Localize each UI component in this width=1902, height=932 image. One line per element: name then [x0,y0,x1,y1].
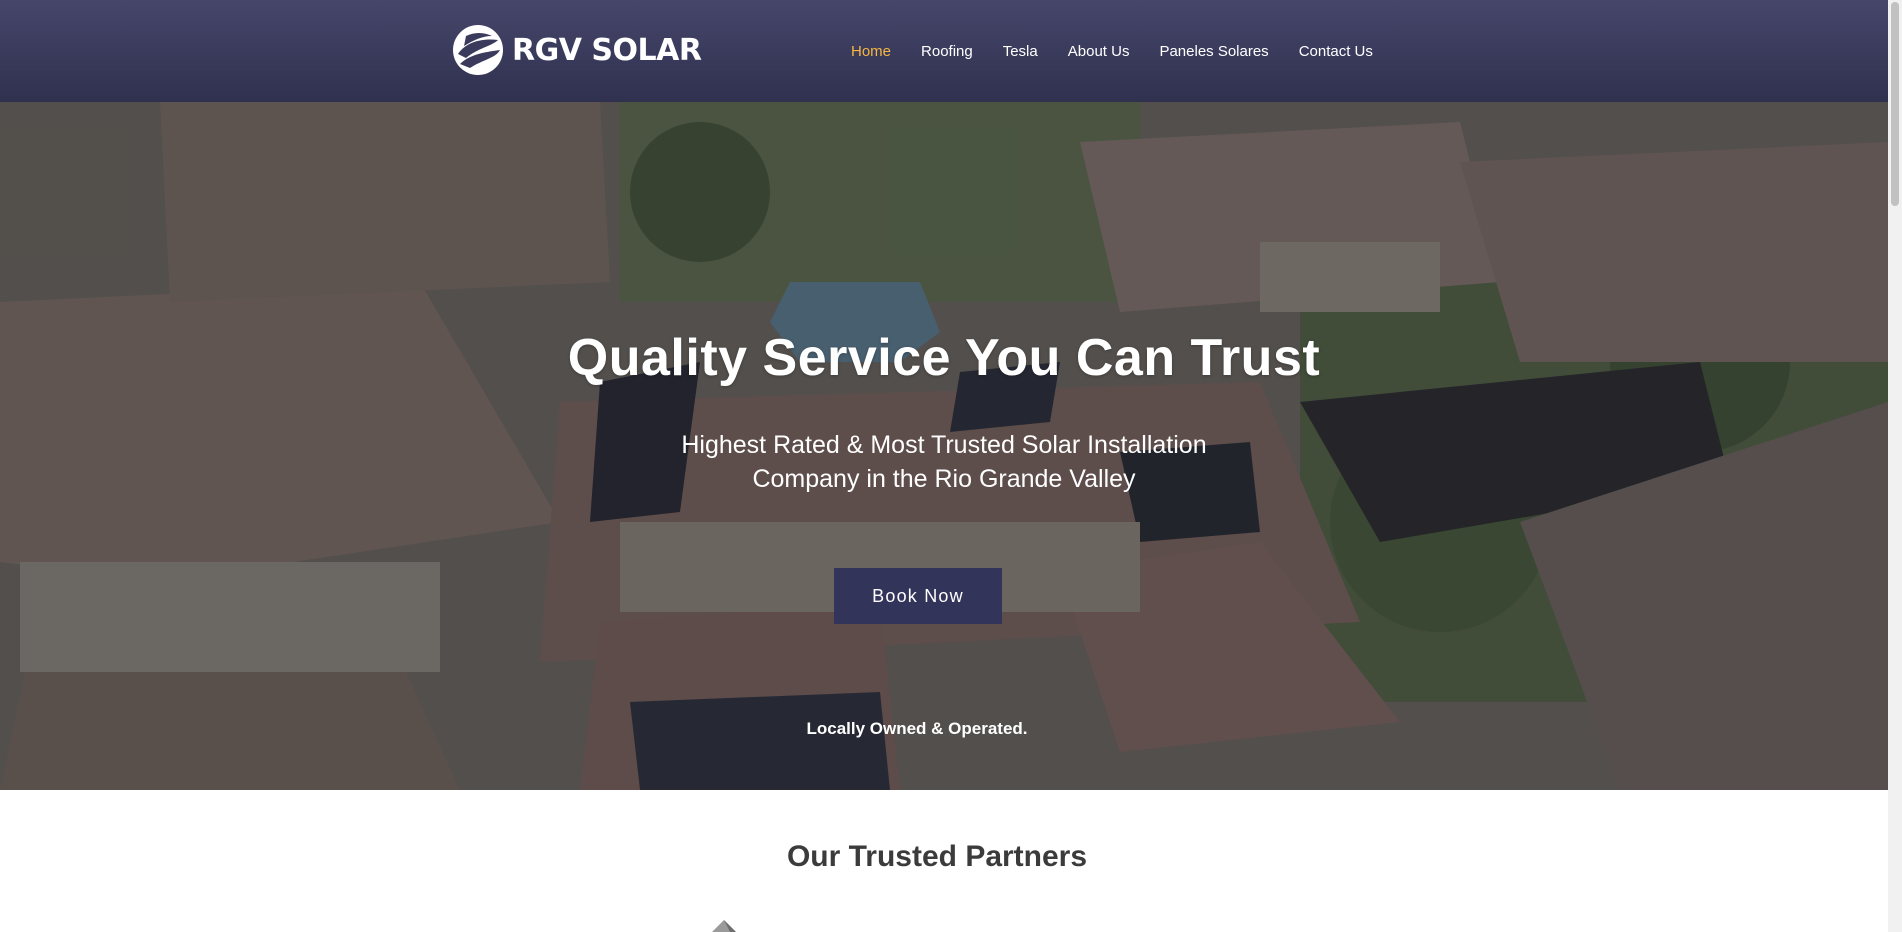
page: RGV SOLAR Home Roofing Tesla About Us Pa… [0,0,1888,932]
nav-tesla[interactable]: Tesla [1003,43,1038,60]
scrollbar-thumb[interactable] [1891,2,1899,206]
hero-subtitle-line-2: Company in the Rio Grande Valley [752,465,1136,493]
brand-name: RGV SOLAR [512,32,702,68]
book-now-button[interactable]: Book Now [834,568,1002,624]
main-nav: Home Roofing Tesla About Us Paneles Sola… [851,0,1403,102]
site-header: RGV SOLAR Home Roofing Tesla About Us Pa… [0,0,1888,102]
partner-logo [712,920,736,932]
nav-home[interactable]: Home [851,43,891,60]
nav-roofing[interactable]: Roofing [921,43,973,60]
hero-section: Quality Service You Can Trust Highest Ra… [0,102,1888,790]
logo[interactable]: RGV SOLAR [452,24,702,76]
globe-swirl-icon [453,25,503,75]
hero-tagline: Locally Owned & Operated. [806,719,1028,738]
hero-subtitle-line-1: Highest Rated & Most Trusted Solar Insta… [681,431,1207,459]
nav-contact-us[interactable]: Contact Us [1299,43,1373,60]
page-scrollbar[interactable] [1888,0,1902,932]
hero-title: Quality Service You Can Trust [567,329,1321,387]
nav-paneles-solares[interactable]: Paneles Solares [1159,43,1268,60]
nav-about-us[interactable]: About Us [1068,43,1130,60]
partners-title: Our Trusted Partners [786,840,1088,873]
hero-subtitle: Highest Rated & Most Trusted Solar Insta… [644,428,1244,496]
